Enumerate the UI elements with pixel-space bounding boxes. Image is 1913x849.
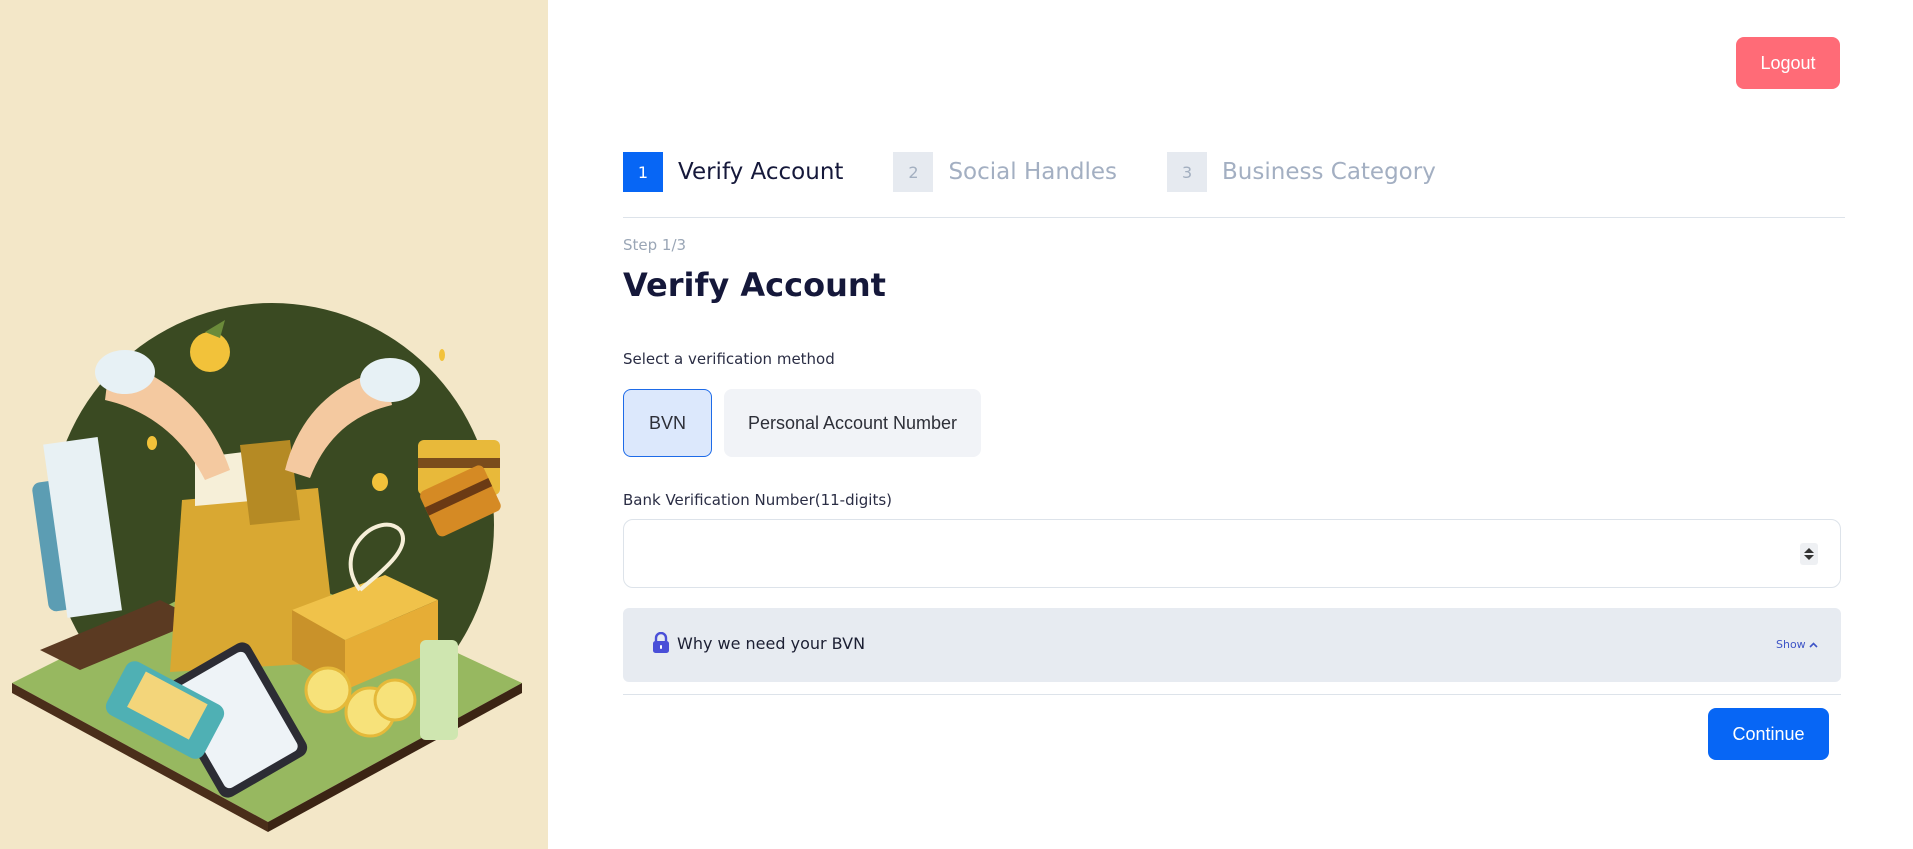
step-number: 3 bbox=[1167, 152, 1208, 192]
bvn-input[interactable] bbox=[623, 519, 1841, 588]
bvn-method-button[interactable]: BVN bbox=[623, 389, 712, 457]
page-title: Verify Account bbox=[623, 266, 886, 304]
stepper-up-icon[interactable] bbox=[1804, 548, 1814, 553]
step-social-handles[interactable]: 2 Social Handles bbox=[893, 152, 1117, 192]
onboarding-page: Logout 1 Verify Account 2 Social Handles… bbox=[0, 0, 1913, 849]
stepper: 1 Verify Account 2 Social Handles 3 Busi… bbox=[623, 152, 1486, 192]
verification-method-label: Select a verification method bbox=[623, 350, 835, 368]
bvn-info-text: Why we need your BVN bbox=[677, 634, 866, 653]
step-number: 1 bbox=[623, 152, 663, 192]
stepper-down-icon[interactable] bbox=[1804, 555, 1814, 560]
step-business-category[interactable]: 3 Business Category bbox=[1167, 152, 1436, 192]
form-footer-divider bbox=[623, 694, 1841, 695]
illustration-panel bbox=[0, 0, 548, 849]
bvn-field-label: Bank Verification Number(11-digits) bbox=[623, 491, 893, 509]
stepper-divider bbox=[623, 217, 1845, 218]
step-verify-account[interactable]: 1 Verify Account bbox=[623, 152, 843, 192]
step-number: 2 bbox=[893, 152, 934, 192]
step-label: Business Category bbox=[1222, 159, 1436, 185]
step-label: Verify Account bbox=[678, 159, 844, 185]
continue-button[interactable]: Continue bbox=[1708, 708, 1829, 760]
number-stepper[interactable] bbox=[1800, 543, 1818, 565]
personal-account-number-button[interactable]: Personal Account Number bbox=[724, 389, 981, 457]
lock-icon bbox=[653, 632, 669, 653]
shopping-illustration bbox=[12, 303, 522, 832]
show-toggle-label[interactable]: Show bbox=[1776, 638, 1806, 651]
logout-button[interactable]: Logout bbox=[1736, 37, 1840, 89]
step-label: Social Handles bbox=[948, 159, 1118, 185]
show-toggle[interactable]: Show bbox=[1776, 638, 1818, 651]
step-count: Step 1/3 bbox=[623, 236, 687, 254]
chevron-up-icon[interactable] bbox=[1809, 641, 1818, 648]
